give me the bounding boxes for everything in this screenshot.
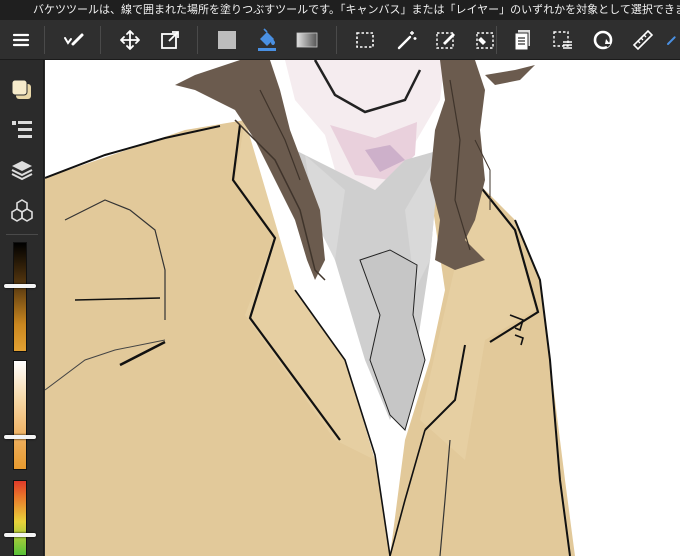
- layer-panel-button[interactable]: [506, 20, 540, 60]
- menu-button[interactable]: [4, 20, 38, 60]
- hue-slider[interactable]: [4, 480, 36, 556]
- move-tool-icon: [120, 30, 140, 50]
- top-toolbar: [0, 20, 680, 60]
- move-tool-button[interactable]: [113, 20, 147, 60]
- menu-icon: [12, 33, 30, 47]
- gradient-tool-icon: [296, 32, 318, 48]
- select-rect-button[interactable]: [348, 20, 382, 60]
- hue-track: [13, 480, 27, 556]
- brush-size-handle[interactable]: [4, 284, 36, 288]
- color-swatch-button[interactable]: [6, 74, 38, 106]
- artwork: [45, 60, 575, 556]
- layers-icon: [11, 161, 33, 181]
- brush-tool-button[interactable]: [56, 20, 90, 60]
- gradient-tool-button[interactable]: [290, 20, 324, 60]
- materials-button[interactable]: [6, 194, 38, 226]
- transform-tool-icon: [161, 31, 179, 49]
- color-swatch-icon: [11, 79, 31, 99]
- select-rect-icon: [356, 32, 374, 48]
- materials-icon: [11, 199, 33, 222]
- brush-size-slider[interactable]: [4, 242, 36, 352]
- ruler-icon: [632, 29, 654, 51]
- bucket-tool-button[interactable]: [250, 20, 284, 60]
- brush-tool-icon: [64, 33, 84, 46]
- fill-color-button[interactable]: [210, 20, 244, 60]
- opacity-slider[interactable]: [4, 360, 36, 470]
- select-pen-icon: [436, 32, 455, 49]
- drawing-canvas[interactable]: [45, 60, 680, 556]
- fill-color-icon: [218, 31, 236, 49]
- hue-handle[interactable]: [4, 532, 36, 537]
- left-sidebar: [0, 60, 44, 556]
- select-menu-icon: [553, 31, 572, 49]
- brush-list-button[interactable]: [6, 114, 38, 146]
- opacity-track: [13, 360, 27, 470]
- brush-size-track: [13, 242, 27, 352]
- hint-bar: バケツツールは、線で囲まれた場所を塗りつぶすツールです。「キャンバス」または「レ…: [0, 0, 680, 20]
- select-menu-button[interactable]: [546, 20, 580, 60]
- hint-text: バケツツールは、線で囲まれた場所を塗りつぶすツールです。「キャンバス」または「レ…: [33, 3, 680, 16]
- rotate-canvas-icon: [593, 30, 613, 50]
- select-eraser-icon: [476, 32, 494, 49]
- layer-panel-icon: [514, 30, 530, 51]
- rotate-canvas-button[interactable]: [586, 20, 620, 60]
- layers-button[interactable]: [6, 154, 38, 186]
- more-tools-icon: [667, 36, 676, 45]
- transform-tool-button[interactable]: [153, 20, 187, 60]
- ruler-button[interactable]: [626, 20, 660, 60]
- bucket-tool-icon: [258, 28, 276, 51]
- magic-wand-button[interactable]: [390, 20, 424, 60]
- more-tools-button[interactable]: [664, 20, 680, 60]
- brush-list-icon: [12, 121, 32, 138]
- select-pen-button[interactable]: [429, 20, 463, 60]
- select-eraser-button[interactable]: [466, 20, 500, 60]
- opacity-handle[interactable]: [4, 435, 36, 439]
- magic-wand-icon: [397, 31, 417, 50]
